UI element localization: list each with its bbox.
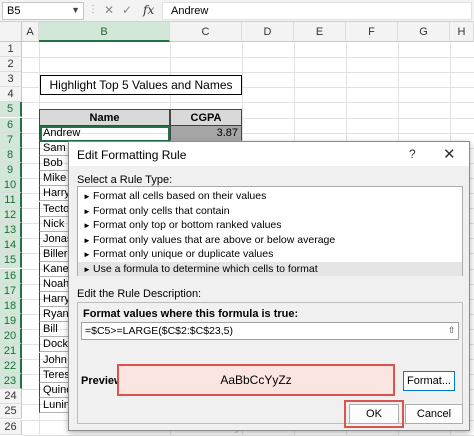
name-box-value: B5	[7, 5, 21, 17]
select-rule-type-label: Select a Rule Type:	[77, 174, 173, 186]
row-header-15[interactable]: 15	[0, 253, 22, 269]
arrow-right-icon: ►	[83, 235, 91, 245]
row-header-5[interactable]: 5	[0, 102, 22, 118]
rule-type-item[interactable]: ► Format only values that are above or be…	[78, 233, 462, 248]
rule-type-item[interactable]: ► Format all cells based on their values	[78, 189, 462, 204]
rule-type-item[interactable]: ► Format only top or bottom ranked values	[78, 218, 462, 233]
insert-function-icon[interactable]: fx	[143, 3, 154, 17]
ok-button[interactable]: OK	[349, 404, 399, 424]
formula-label: Format values where this formula is true…	[83, 308, 299, 320]
arrow-right-icon: ►	[83, 192, 91, 201]
gridline	[22, 72, 474, 74]
rule-type-item[interactable]: ► Format only cells that contain	[78, 204, 462, 219]
formula-input-value: Andrew	[171, 5, 209, 17]
edit-formatting-rule-dialog: Edit Formatting Rule ? ✕ Select a Rule T…	[68, 141, 470, 431]
name-box[interactable]: B5 ▼	[2, 2, 84, 20]
gridline	[22, 102, 474, 104]
rule-type-label: Format only unique or duplicate values	[93, 248, 274, 260]
col-header-a[interactable]: A	[22, 22, 39, 42]
rule-type-item[interactable]: ► Use a formula to determine which cells …	[78, 261, 462, 276]
chevron-down-icon[interactable]: ▼	[71, 5, 80, 15]
close-icon[interactable]: ✕	[443, 145, 456, 163]
dialog-title: Edit Formatting Rule	[77, 148, 187, 162]
arrow-right-icon: ►	[83, 250, 91, 259]
col-header-e[interactable]: E	[294, 22, 346, 42]
row-header-11[interactable]: 11	[0, 193, 22, 209]
col-header-g[interactable]: G	[398, 22, 450, 42]
row-header-20[interactable]: 20	[0, 328, 22, 344]
active-cell-outline	[40, 126, 170, 142]
row-header-10[interactable]: 10	[0, 177, 22, 193]
row-header-18[interactable]: 18	[0, 298, 22, 314]
cancel-icon[interactable]: ✕	[104, 3, 114, 17]
arrow-right-icon: ►	[83, 264, 91, 274]
cancel-button[interactable]: Cancel	[405, 404, 463, 424]
row-header-9[interactable]: 9	[0, 162, 22, 178]
header-cgpa[interactable]: CGPA	[170, 109, 242, 126]
col-header-h[interactable]: H	[450, 22, 474, 42]
row-header-19[interactable]: 19	[0, 313, 22, 329]
preview-box: AaBbCcYyZz	[117, 364, 395, 396]
edit-description-label: Edit the Rule Description:	[77, 288, 202, 300]
row-header-21[interactable]: 21	[0, 344, 22, 360]
arrow-right-icon: ►	[83, 221, 91, 230]
rule-type-label: Use a formula to determine which cells t…	[93, 262, 318, 275]
dialog-titlebar[interactable]: Edit Formatting Rule ? ✕	[69, 142, 469, 166]
col-header-c[interactable]: C	[170, 22, 242, 42]
col-header-b[interactable]: B	[39, 22, 170, 42]
row-header-13[interactable]: 13	[0, 223, 22, 239]
row-header-4[interactable]: 4	[0, 87, 22, 103]
row-header-8[interactable]: 8	[0, 147, 22, 163]
row-header-16[interactable]: 16	[0, 268, 22, 284]
row-header-17[interactable]: 17	[0, 283, 22, 299]
format-button[interactable]: Format...	[403, 371, 455, 391]
row-header-3[interactable]: 3	[0, 72, 22, 88]
formula-field[interactable]: =$C5>=LARGE($C$2:$C$23,5)	[81, 322, 459, 340]
separator-icon: ⋮	[88, 4, 98, 15]
rule-type-label: Format all cells based on their values	[93, 190, 267, 202]
row-header-1[interactable]: 1	[0, 42, 22, 58]
row-header-7[interactable]: 7	[0, 132, 22, 148]
row-header-25[interactable]: 25	[0, 404, 22, 420]
col-header-f[interactable]: F	[346, 22, 398, 42]
help-icon[interactable]: ?	[409, 147, 416, 161]
enter-check-icon[interactable]: ✓	[122, 3, 132, 17]
rule-type-list[interactable]: ► Format all cells based on their values ►…	[77, 186, 463, 276]
sheet-title[interactable]: Highlight Top 5 Values and Names	[40, 75, 242, 95]
row-header-2[interactable]: 2	[0, 57, 22, 73]
col-header-d[interactable]: D	[242, 22, 294, 42]
formula-bar: B5 ▼ ⋮ ✕ ✓ fx Andrew	[0, 0, 474, 22]
rule-type-label: Format only cells that contain	[93, 204, 230, 217]
row-header-22[interactable]: 22	[0, 359, 22, 375]
rule-type-label: Format only values that are above or bel…	[93, 233, 336, 246]
cgpa-cell[interactable]: 3.87	[170, 126, 242, 141]
preview-text: AaBbCcYyZz	[220, 373, 292, 387]
row-header-24[interactable]: 24	[0, 389, 22, 405]
row-header-26[interactable]: 26	[0, 419, 22, 435]
gridline	[22, 434, 474, 436]
collapse-dialog-icon[interactable]: ⇧	[445, 323, 458, 338]
gridline	[22, 57, 474, 59]
row-header-6[interactable]: 6	[0, 117, 22, 133]
row-header-14[interactable]: 14	[0, 238, 22, 254]
row-header-12[interactable]: 12	[0, 208, 22, 224]
row-header-23[interactable]: 23	[0, 374, 22, 390]
formula-field-value: =$C5>=LARGE($C$2:$C$23,5)	[85, 325, 233, 337]
arrow-right-icon: ►	[83, 206, 91, 216]
formula-input[interactable]: Andrew	[162, 2, 472, 20]
header-name[interactable]: Name	[39, 109, 170, 126]
rule-type-label: Format only top or bottom ranked values	[93, 219, 282, 231]
rule-type-item[interactable]: ► Format only unique or duplicate values	[78, 247, 462, 262]
select-all-corner[interactable]	[0, 22, 22, 42]
